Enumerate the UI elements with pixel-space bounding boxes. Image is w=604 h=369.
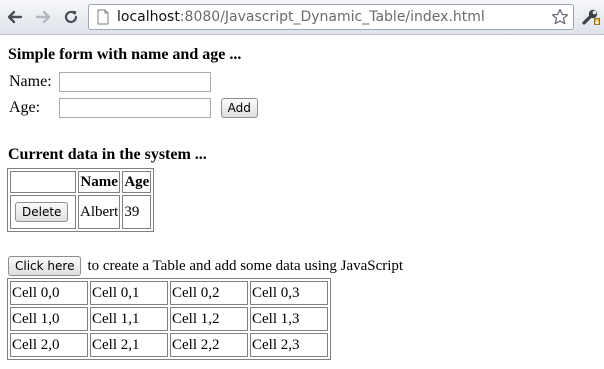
table-row: Cell 0,0 Cell 0,1 Cell 0,2 Cell 0,3 <box>10 281 328 305</box>
reload-button[interactable] <box>60 6 82 28</box>
forward-arrow-icon <box>35 10 51 24</box>
age-cell: 39 <box>122 195 152 229</box>
person-form: Name: Age: Add <box>6 68 261 122</box>
back-arrow-icon <box>7 10 23 24</box>
back-button[interactable] <box>4 6 26 28</box>
table-cell: Cell 0,3 <box>250 281 328 305</box>
table-cell: Cell 0,1 <box>90 281 168 305</box>
age-input[interactable] <box>58 98 211 118</box>
page-content: Simple form with name and age ... Name: … <box>6 36 598 360</box>
table-cell: Cell 2,0 <box>10 333 88 357</box>
table-cell: Cell 2,1 <box>90 333 168 357</box>
create-table-row: Click here to create a Table and add som… <box>8 256 598 276</box>
table-row: Cell 2,0 Cell 2,1 Cell 2,2 Cell 2,3 <box>10 333 328 357</box>
header-actions <box>10 171 76 193</box>
table-cell: Cell 2,3 <box>250 333 328 357</box>
table-cell: Cell 1,0 <box>10 307 88 331</box>
delete-button[interactable]: Delete <box>15 202 69 222</box>
reload-icon <box>64 10 78 24</box>
action-cell: Delete <box>10 195 76 229</box>
url-path: :8080/Javascript_Dynamic_Table/index.htm… <box>179 9 485 25</box>
browser-window: localhost:8080/Javascript_Dynamic_Table/… <box>0 0 604 369</box>
header-name: Name <box>78 171 121 193</box>
name-label: Name: <box>9 73 52 90</box>
name-input[interactable] <box>58 72 211 92</box>
star-icon[interactable] <box>551 8 569 26</box>
age-label: Age: <box>9 99 41 116</box>
forward-button[interactable] <box>32 6 54 28</box>
table-cell: Cell 0,0 <box>10 281 88 305</box>
url-host: localhost <box>117 9 180 25</box>
wrench-icon <box>582 9 600 25</box>
page-icon <box>97 9 109 25</box>
table-cell: Cell 0,2 <box>170 281 248 305</box>
table-cell: Cell 1,2 <box>170 307 248 331</box>
table-cell: Cell 1,3 <box>250 307 328 331</box>
generated-table: Cell 0,0 Cell 0,1 Cell 0,2 Cell 0,3 Cell… <box>7 278 331 360</box>
current-data-table: Name Age Delete Albert 39 <box>7 168 155 232</box>
name-cell: Albert <box>78 195 121 229</box>
wrench-menu-button[interactable] <box>580 7 600 27</box>
form-heading: Simple form with name and age ... <box>8 46 242 63</box>
table-row: Cell 1,0 Cell 1,1 Cell 1,2 Cell 1,3 <box>10 307 328 331</box>
add-button[interactable]: Add <box>220 98 258 118</box>
click-here-button[interactable]: Click here <box>8 256 82 276</box>
data-heading: Current data in the system ... <box>8 146 207 163</box>
browser-toolbar: localhost:8080/Javascript_Dynamic_Table/… <box>0 0 604 35</box>
table-cell: Cell 2,2 <box>170 333 248 357</box>
table-row: Delete Albert 39 <box>10 195 152 229</box>
address-bar[interactable]: localhost:8080/Javascript_Dynamic_Table/… <box>88 4 574 30</box>
create-table-description: to create a Table and add some data usin… <box>87 258 404 274</box>
header-age: Age <box>122 171 152 193</box>
table-cell: Cell 1,1 <box>90 307 168 331</box>
